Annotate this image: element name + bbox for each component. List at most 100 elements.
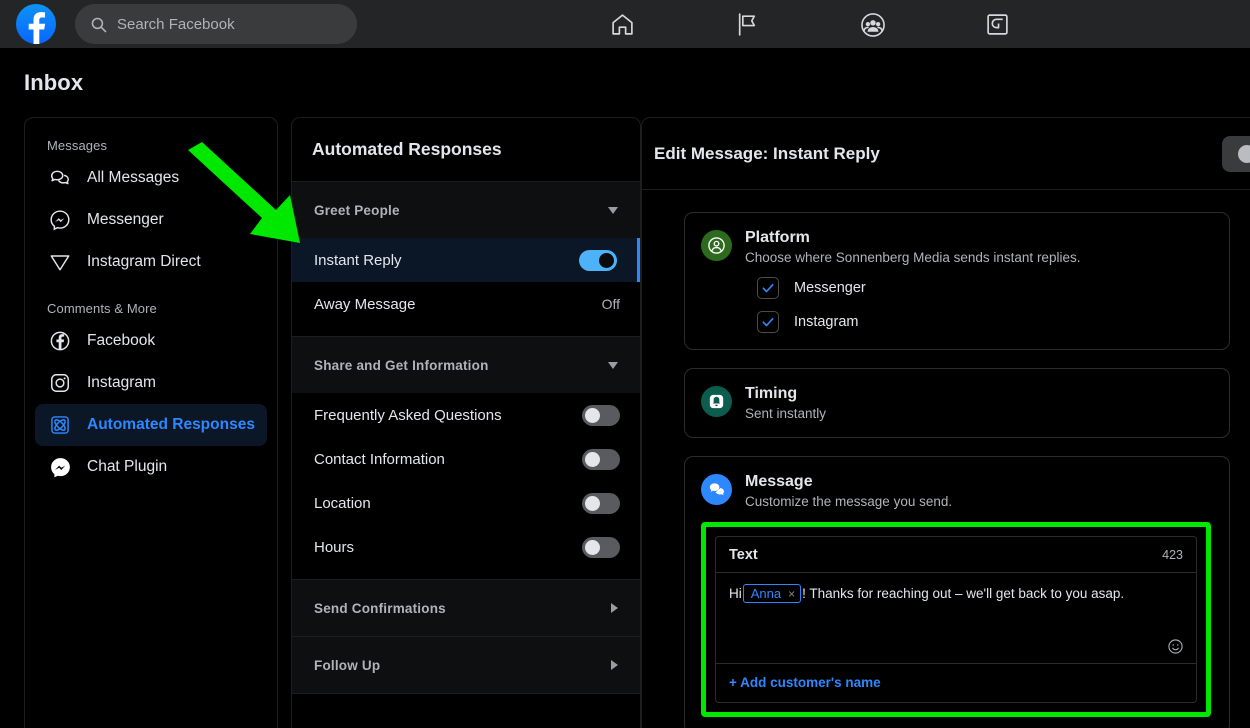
search-input[interactable] bbox=[117, 16, 332, 33]
chevron-right-icon bbox=[611, 660, 618, 670]
sidebar-item-label: Messenger bbox=[87, 211, 164, 229]
group-header-label: Follow Up bbox=[314, 658, 380, 673]
sidebar-heading-messages: Messages bbox=[47, 138, 277, 153]
sidebar-item-instagram-direct[interactable]: Instagram Direct bbox=[35, 241, 267, 283]
sidebar-item-label: Automated Responses bbox=[87, 416, 255, 434]
chip-remove-icon[interactable]: × bbox=[788, 587, 795, 601]
checkbox-label: Messenger bbox=[794, 280, 866, 296]
row-location[interactable]: Location bbox=[292, 481, 640, 525]
row-away-message[interactable]: Away Message Off bbox=[292, 282, 640, 326]
timing-subtitle: Sent instantly bbox=[745, 406, 826, 421]
paper-plane-icon bbox=[47, 249, 73, 275]
gaming-icon[interactable] bbox=[972, 3, 1024, 47]
row-label: Location bbox=[314, 495, 371, 512]
row-label: Away Message bbox=[314, 296, 415, 313]
row-label: Hours bbox=[314, 539, 354, 556]
messenger-checkbox[interactable] bbox=[757, 277, 779, 299]
facebook-logo-icon[interactable] bbox=[16, 4, 56, 44]
chat-bubbles-icon bbox=[47, 165, 73, 191]
platform-subtitle: Choose where Sonnenberg Media sends inst… bbox=[745, 250, 1080, 265]
group-header-label: Send Confirmations bbox=[314, 601, 446, 616]
sidebar-item-all-messages[interactable]: All Messages bbox=[35, 157, 267, 199]
character-counter: 423 bbox=[1162, 548, 1183, 562]
row-instant-reply[interactable]: Instant Reply bbox=[292, 238, 640, 282]
timing-title: Timing bbox=[745, 385, 826, 403]
group-header-share-and-get-information[interactable]: Share and Get Information bbox=[292, 337, 640, 393]
search-box[interactable] bbox=[75, 4, 357, 44]
sidebar-spacer bbox=[25, 283, 277, 295]
bell-icon bbox=[701, 386, 732, 417]
sidebar-item-automated-responses[interactable]: Automated Responses bbox=[35, 404, 267, 446]
row-hours[interactable]: Hours bbox=[292, 525, 640, 569]
account-circle-icon bbox=[701, 230, 732, 261]
platform-title: Platform bbox=[745, 229, 1080, 247]
customer-name-chip[interactable]: Anna × bbox=[743, 584, 801, 603]
automation-atom-icon bbox=[47, 412, 73, 438]
away-message-status: Off bbox=[602, 296, 620, 312]
instagram-checkbox[interactable] bbox=[757, 311, 779, 333]
panel-title: Automated Responses bbox=[292, 118, 640, 182]
divider bbox=[292, 693, 640, 694]
editor-header: Edit Message: Instant Reply bbox=[642, 118, 1250, 190]
timing-card: Timing Sent instantly bbox=[684, 368, 1230, 438]
home-icon[interactable] bbox=[597, 3, 649, 47]
chevron-right-icon bbox=[611, 603, 618, 613]
text-after-chip: ! Thanks for reaching out – we'll get ba… bbox=[802, 586, 1124, 601]
sidebar-heading-comments-more: Comments & More bbox=[47, 301, 277, 316]
page-title: Inbox bbox=[24, 70, 83, 96]
avatar-button[interactable] bbox=[1222, 136, 1250, 172]
messenger-icon bbox=[47, 207, 73, 233]
text-field-card: Text 423 Hi Anna × ! Thanks for reaching… bbox=[715, 536, 1197, 703]
message-title: Message bbox=[745, 473, 952, 491]
location-toggle[interactable] bbox=[582, 493, 620, 514]
message-subtitle: Customize the message you send. bbox=[745, 494, 952, 509]
page-title-bar: Inbox bbox=[0, 49, 1250, 117]
group-header-greet-people[interactable]: Greet People bbox=[292, 182, 640, 238]
facebook-circle-icon bbox=[47, 328, 73, 354]
hours-toggle[interactable] bbox=[582, 537, 620, 558]
avatar bbox=[1238, 145, 1250, 163]
instagram-icon bbox=[47, 370, 73, 396]
checkbox-row-messenger[interactable]: Messenger bbox=[757, 277, 1211, 299]
sidebar-item-label: Facebook bbox=[87, 332, 155, 350]
message-card: Message Customize the message you send. … bbox=[684, 456, 1230, 728]
sidebar-item-facebook[interactable]: Facebook bbox=[35, 320, 267, 362]
text-field-label: Text bbox=[729, 547, 758, 563]
messenger-filled-icon bbox=[47, 454, 73, 480]
text-field-highlight: Text 423 Hi Anna × ! Thanks for reaching… bbox=[701, 522, 1211, 717]
flag-icon[interactable] bbox=[722, 3, 774, 47]
checkbox-row-instagram[interactable]: Instagram bbox=[757, 311, 1211, 333]
sidebar-item-chat-plugin[interactable]: Chat Plugin bbox=[35, 446, 267, 488]
sidebar-item-label: All Messages bbox=[87, 169, 179, 187]
edit-message-panel: Edit Message: Instant Reply Platform bbox=[641, 117, 1250, 728]
instant-reply-toggle[interactable] bbox=[579, 250, 617, 271]
contact-information-toggle[interactable] bbox=[582, 449, 620, 470]
group-header-send-confirmations[interactable]: Send Confirmations bbox=[292, 580, 640, 636]
group-header-label: Greet People bbox=[314, 203, 400, 218]
facebook-inbox-app: Inbox Messages All Messages Messenger bbox=[0, 0, 1250, 728]
nav-icon-group bbox=[560, 0, 1060, 49]
editor-title: Edit Message: Instant Reply bbox=[654, 144, 880, 164]
add-customer-name-button[interactable]: + Add customer's name bbox=[716, 664, 1196, 702]
sidebar-item-messenger[interactable]: Messenger bbox=[35, 199, 267, 241]
editor-body: Platform Choose where Sonnenberg Media s… bbox=[642, 190, 1250, 728]
message-textarea[interactable]: Hi Anna × ! Thanks for reaching out – we… bbox=[716, 572, 1196, 664]
sidebar-item-label: Instagram bbox=[87, 374, 156, 392]
row-label: Contact Information bbox=[314, 451, 445, 468]
groups-icon[interactable] bbox=[847, 3, 899, 47]
text-before-chip: Hi bbox=[729, 586, 742, 601]
top-navigation-bar bbox=[0, 0, 1250, 49]
sidebar-item-label: Instagram Direct bbox=[87, 253, 201, 271]
row-label: Frequently Asked Questions bbox=[314, 407, 502, 424]
chip-name-label: Anna bbox=[751, 586, 781, 601]
search-icon bbox=[90, 16, 107, 33]
sidebar-item-label: Chat Plugin bbox=[87, 458, 167, 476]
row-label: Instant Reply bbox=[314, 252, 402, 269]
checkbox-label: Instagram bbox=[794, 314, 858, 330]
emoji-smiley-icon[interactable] bbox=[1167, 638, 1184, 655]
sidebar-item-instagram[interactable]: Instagram bbox=[35, 362, 267, 404]
row-frequently-asked-questions[interactable]: Frequently Asked Questions bbox=[292, 393, 640, 437]
row-contact-information[interactable]: Contact Information bbox=[292, 437, 640, 481]
faq-toggle[interactable] bbox=[582, 405, 620, 426]
group-header-follow-up[interactable]: Follow Up bbox=[292, 637, 640, 693]
